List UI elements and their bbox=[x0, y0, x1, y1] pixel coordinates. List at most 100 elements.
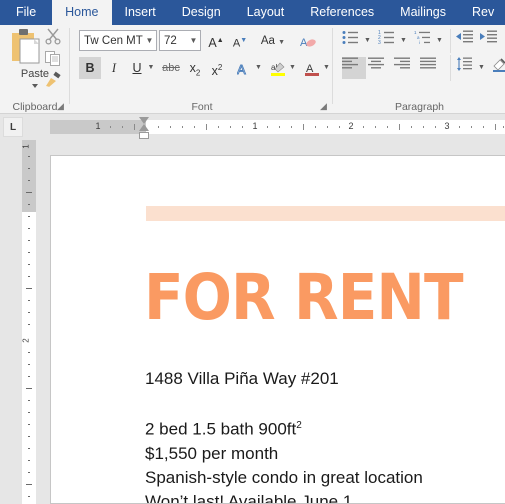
change-case-label: Aa bbox=[260, 35, 275, 47]
shrink-font-button[interactable]: A▼ bbox=[229, 30, 251, 52]
bullets-dropdown-arrow[interactable]: ▼ bbox=[362, 30, 373, 52]
align-center-button[interactable] bbox=[368, 57, 392, 79]
align-left-button[interactable] bbox=[342, 57, 366, 79]
ribbon-group-clipboard: Paste Clipboard ◢ bbox=[0, 25, 70, 114]
superscript-button[interactable]: x2 bbox=[207, 57, 227, 79]
detail-line-1-text: 2 bed 1.5 bath 900ft bbox=[145, 419, 297, 439]
detail-line-3[interactable]: Spanish-style condo in great location bbox=[145, 466, 423, 490]
document-details[interactable]: 2 bed 1.5 bath 900ft2 $1,550 per month S… bbox=[145, 414, 423, 503]
justify-icon bbox=[420, 57, 444, 70]
font-group-label: Font bbox=[191, 101, 213, 113]
change-case-button[interactable]: Aa ▼ bbox=[257, 30, 289, 52]
paste-dropdown-arrow[interactable] bbox=[32, 84, 38, 88]
tab-stop-selector[interactable]: L bbox=[3, 117, 23, 137]
tab-layout[interactable]: Layout bbox=[234, 0, 298, 25]
grow-font-button[interactable]: A▲ bbox=[205, 30, 227, 52]
grow-font-icon: A bbox=[208, 36, 217, 51]
document-canvas[interactable]: FOR RENT 1488 Villa Piña Way #201 2 bed … bbox=[0, 140, 505, 504]
word-window: File Home Insert Design Layout Reference… bbox=[0, 0, 505, 504]
justify-button[interactable] bbox=[420, 57, 444, 79]
font-name-combo[interactable]: Tw Cen MT Cc ▼ bbox=[79, 30, 157, 51]
svg-text:3: 3 bbox=[378, 40, 381, 45]
tab-insert[interactable]: Insert bbox=[112, 0, 169, 25]
ruler-number: 1 bbox=[21, 144, 31, 149]
clear-formatting-button[interactable]: A bbox=[297, 30, 319, 52]
tab-references[interactable]: References bbox=[297, 0, 387, 25]
font-color-dropdown-arrow[interactable]: ▼ bbox=[321, 57, 332, 79]
document-page[interactable]: FOR RENT 1488 Villa Piña Way #201 2 bed … bbox=[50, 155, 505, 504]
svg-text:A: A bbox=[237, 62, 246, 76]
svg-text:i: i bbox=[419, 40, 420, 45]
bold-button[interactable]: B bbox=[79, 57, 101, 79]
tab-review[interactable]: Rev bbox=[459, 0, 505, 25]
line-spacing-dropdown-arrow[interactable]: ▼ bbox=[476, 57, 487, 79]
clear-formatting-icon: A bbox=[300, 34, 316, 49]
copy-button[interactable] bbox=[44, 49, 66, 70]
group-divider bbox=[332, 28, 333, 104]
tab-design[interactable]: Design bbox=[169, 0, 234, 25]
chevron-down-icon[interactable]: ▼ bbox=[143, 36, 156, 45]
hanging-indent-marker[interactable] bbox=[139, 124, 149, 131]
horizontal-ruler[interactable]: L 1 1 2 3 bbox=[0, 114, 505, 140]
decrease-indent-icon bbox=[456, 30, 478, 44]
font-size-combo[interactable]: 72 ▼ bbox=[159, 30, 201, 51]
line-spacing-button[interactable] bbox=[456, 57, 478, 79]
numbering-dropdown-arrow[interactable]: ▼ bbox=[398, 30, 409, 52]
document-headline[interactable]: FOR RENT bbox=[144, 266, 464, 329]
highlight-icon: ab bbox=[270, 61, 286, 76]
decorative-banner bbox=[146, 206, 505, 221]
group-divider bbox=[450, 55, 451, 81]
cut-icon bbox=[44, 27, 66, 45]
ruler-number: 3 bbox=[444, 121, 450, 131]
detail-line-1-superscript: 2 bbox=[296, 420, 302, 431]
line-spacing-icon bbox=[456, 57, 478, 71]
copy-icon bbox=[44, 49, 66, 67]
indent-markers[interactable] bbox=[139, 117, 151, 141]
ruler-number: 1 bbox=[95, 121, 101, 131]
numbering-button[interactable]: 1 2 3 bbox=[378, 30, 400, 52]
document-address-line[interactable]: 1488 Villa Piña Way #201 bbox=[145, 369, 339, 389]
tab-file[interactable]: File bbox=[0, 0, 52, 25]
bullets-button[interactable] bbox=[342, 30, 364, 52]
multilevel-list-dropdown-arrow[interactable]: ▼ bbox=[434, 30, 445, 52]
highlight-button[interactable]: ab bbox=[267, 57, 289, 79]
format-painter-icon bbox=[44, 71, 66, 89]
ribbon: Paste Clipboard ◢ Tw Cen MT ▼ 72 ▼ A▲ A▼… bbox=[0, 25, 505, 114]
align-right-button[interactable] bbox=[394, 57, 418, 79]
text-effects-dropdown-arrow[interactable]: ▼ bbox=[253, 57, 264, 79]
font-color-icon: A bbox=[304, 61, 320, 76]
detail-line-4[interactable]: Won’t last! Available June 1 bbox=[145, 490, 423, 503]
tab-mailings[interactable]: Mailings bbox=[387, 0, 459, 25]
multilevel-list-icon: 1 a i bbox=[414, 30, 436, 45]
detail-line-1[interactable]: 2 bed 1.5 bath 900ft2 bbox=[145, 414, 423, 442]
first-line-indent-marker[interactable] bbox=[139, 117, 149, 124]
italic-button[interactable]: I bbox=[103, 57, 125, 79]
decrease-indent-button[interactable] bbox=[456, 30, 478, 52]
underline-dropdown-arrow[interactable]: ▼ bbox=[145, 57, 157, 79]
ruler-track[interactable]: 1 1 2 3 bbox=[50, 120, 505, 134]
cut-button[interactable] bbox=[44, 27, 66, 48]
text-effects-button[interactable]: A bbox=[233, 57, 255, 79]
vertical-ruler[interactable]: 1 2 bbox=[22, 140, 36, 504]
clipboard-dialog-launcher[interactable]: ◢ bbox=[55, 101, 66, 112]
subscript-index: 2 bbox=[195, 68, 201, 78]
tab-home[interactable]: Home bbox=[52, 0, 112, 25]
strikethrough-button[interactable]: abc bbox=[159, 57, 183, 79]
font-color-button[interactable]: A bbox=[301, 57, 323, 79]
highlight-dropdown-arrow[interactable]: ▼ bbox=[287, 57, 298, 79]
multilevel-list-button[interactable]: 1 a i bbox=[414, 30, 436, 52]
font-dialog-launcher[interactable]: ◢ bbox=[318, 101, 329, 112]
detail-line-2[interactable]: $1,550 per month bbox=[145, 442, 423, 466]
subscript-button[interactable]: x2 bbox=[185, 57, 205, 79]
ribbon-tab-strip: File Home Insert Design Layout Reference… bbox=[0, 0, 505, 25]
chevron-down-icon[interactable]: ▼ bbox=[187, 36, 200, 45]
numbering-icon: 1 2 3 bbox=[378, 30, 400, 45]
underline-button[interactable]: U bbox=[127, 57, 147, 79]
shading-button[interactable] bbox=[492, 57, 505, 79]
increase-indent-button[interactable] bbox=[480, 30, 502, 52]
left-indent-marker[interactable] bbox=[139, 132, 149, 139]
ribbon-group-paragraph: ▼ 1 2 3 ▼ 1 a i ▼ ▼ Paragraph bbox=[334, 25, 505, 114]
increase-indent-icon bbox=[480, 30, 502, 44]
format-painter-button[interactable] bbox=[44, 71, 66, 92]
text-effects-icon: A bbox=[237, 61, 251, 76]
